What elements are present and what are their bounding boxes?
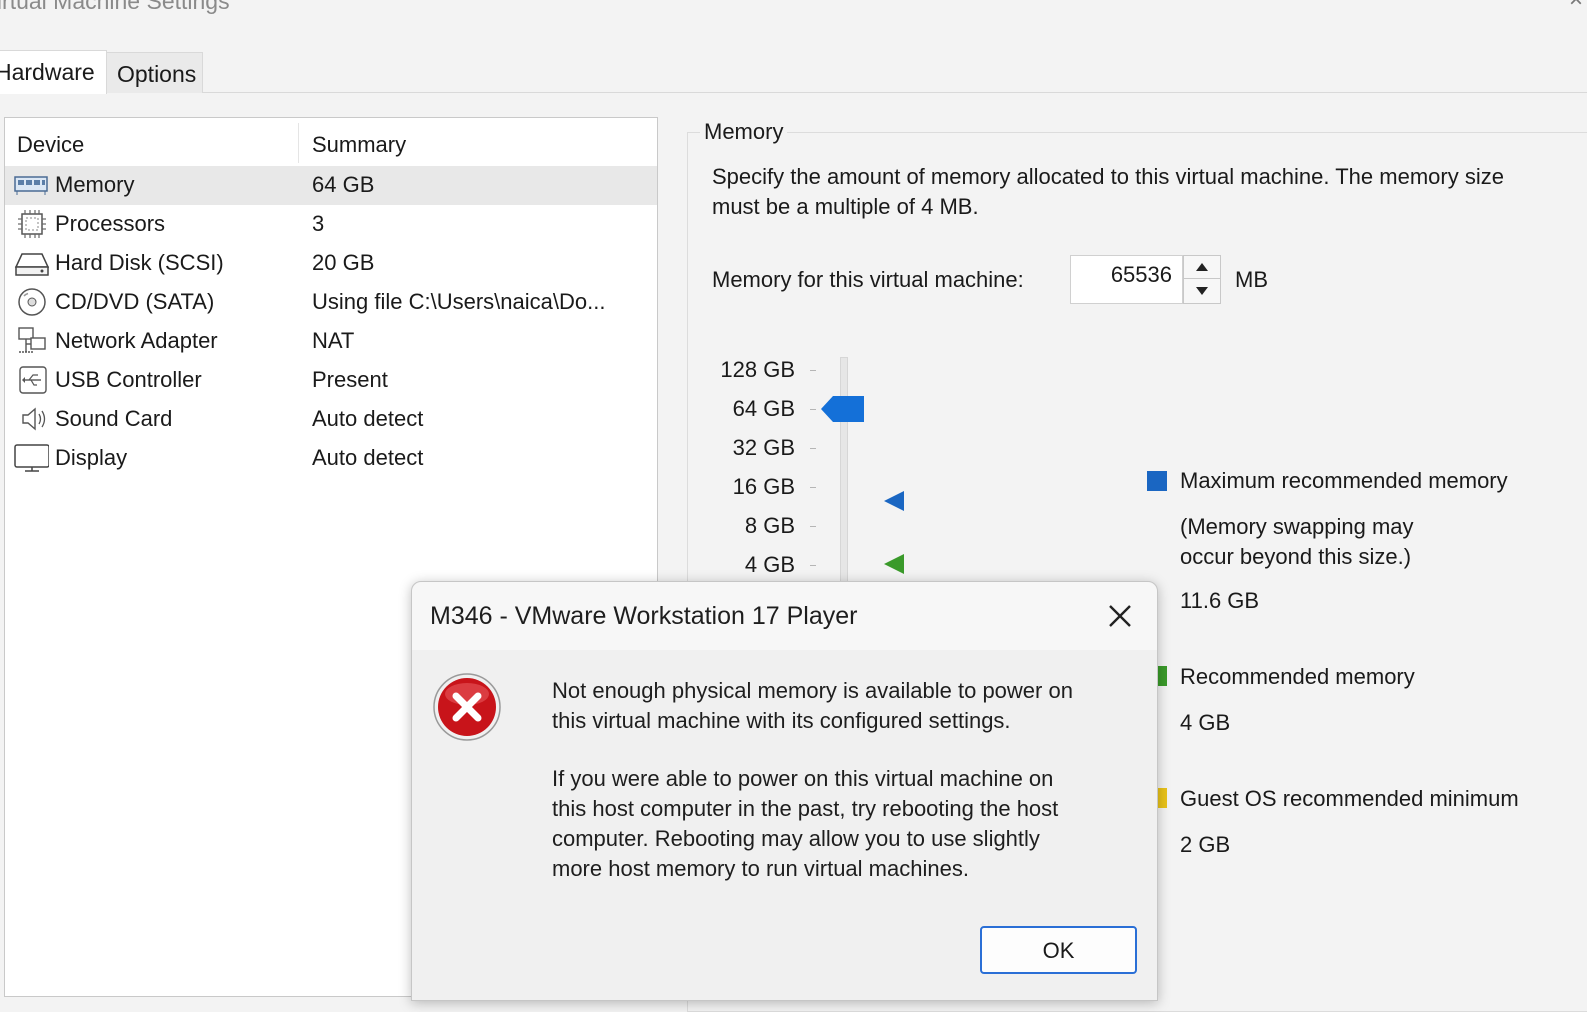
monitor-icon <box>14 444 49 472</box>
memory-spinner <box>1183 255 1221 304</box>
device-row-network-adapter[interactable]: Network Adapter NAT <box>5 322 657 361</box>
scale-label: 16 GB <box>732 474 795 499</box>
message-line: this virtual machine with its configured… <box>552 708 1011 733</box>
scale-tick <box>810 487 816 488</box>
note-line: (Memory swapping may <box>1180 514 1414 539</box>
memory-description: Specify the amount of memory allocated t… <box>712 164 1504 219</box>
recommended-title: Recommended memory <box>1180 664 1415 689</box>
message-line: more host memory to run virtual machines… <box>552 856 969 881</box>
scale-label: 32 GB <box>732 435 795 460</box>
device-row-sound-card[interactable]: Sound Card Auto detect <box>5 400 657 439</box>
memory-size-input[interactable]: 65536 <box>1070 255 1183 304</box>
message-line: Not enough physical memory is available … <box>552 678 1073 703</box>
processor-icon <box>18 210 46 238</box>
guest-min-value: 2 GB <box>1180 832 1231 857</box>
scale-tick <box>810 370 816 371</box>
device-summary: NAT <box>312 328 355 353</box>
spin-down-button[interactable] <box>1184 280 1220 303</box>
memory-unit-label: MB <box>1235 267 1268 292</box>
device-row-processors[interactable]: Processors 3 <box>5 205 657 244</box>
error-icon <box>433 673 501 741</box>
close-icon[interactable] <box>1102 598 1138 634</box>
scale-tick <box>810 526 816 527</box>
scale-tick <box>810 409 816 410</box>
memory-slider-thumb[interactable] <box>821 396 865 422</box>
max-recommended-title: Maximum recommended memory <box>1180 468 1508 493</box>
device-name: Sound Card <box>55 406 173 431</box>
max-recommended-marker <box>884 491 904 511</box>
max-recommended-swatch <box>1147 471 1167 491</box>
device-name: CD/DVD (SATA) <box>55 289 215 314</box>
memory-field-label: Memory for this virtual machine: <box>712 267 1024 292</box>
dialog-titlebar[interactable]: M346 - VMware Workstation 17 Player <box>412 582 1157 650</box>
message-line: this host computer in the past, try rebo… <box>552 796 1059 821</box>
message-line: computer. Rebooting may allow you to use… <box>552 826 1040 851</box>
tab-hardware[interactable]: Hardware <box>0 50 107 94</box>
device-name: Memory <box>55 172 135 197</box>
tab-options[interactable]: Options <box>106 52 203 93</box>
error-dialog: M346 - VMware Workstation 17 Player Not … <box>411 581 1158 1001</box>
memory-icon <box>14 176 48 195</box>
network-icon <box>18 327 46 353</box>
scale-tick <box>810 565 816 566</box>
usb-icon <box>19 366 47 394</box>
cd-dvd-icon <box>18 288 46 316</box>
column-header-summary[interactable]: Summary <box>300 123 657 163</box>
tab-strip-divider <box>0 92 1587 93</box>
spin-up-button[interactable] <box>1184 256 1220 279</box>
device-summary: 64 GB <box>312 172 375 197</box>
arrow-down-icon <box>1196 287 1208 295</box>
device-row-memory[interactable]: Memory 64 GB <box>5 166 657 205</box>
device-summary: Auto detect <box>312 445 424 470</box>
guest-min-title: Guest OS recommended minimum <box>1180 786 1519 811</box>
device-summary: Auto detect <box>312 406 424 431</box>
scale-label: 128 GB <box>720 357 795 382</box>
arrow-up-icon <box>1196 263 1208 271</box>
speaker-icon <box>22 407 46 431</box>
scale-label: 64 GB <box>732 396 795 421</box>
scale-label: 4 GB <box>744 552 795 577</box>
device-row-usb-controller[interactable]: USB Controller Present <box>5 361 657 400</box>
message-line: If you were able to power on this virtua… <box>552 766 1054 791</box>
dialog-message-2: If you were able to power on this virtua… <box>552 764 1132 884</box>
ok-button[interactable]: OK <box>980 926 1137 974</box>
window-close-button[interactable]: × <box>1569 0 1583 14</box>
device-row-hard-disk[interactable]: Hard Disk (SCSI) 20 GB <box>5 244 657 283</box>
dialog-title: M346 - VMware Workstation 17 Player <box>430 602 858 630</box>
window-title: Virtual Machine Settings <box>0 0 230 14</box>
scale-label: 8 GB <box>744 513 795 538</box>
memory-slider-track[interactable] <box>840 357 848 587</box>
max-recommended-value: 11.6 GB <box>1180 588 1260 613</box>
device-row-display[interactable]: Display Auto detect <box>5 439 657 478</box>
hard-disk-icon <box>14 253 49 276</box>
device-summary: 3 <box>312 211 325 236</box>
memory-group-label: Memory <box>700 119 788 145</box>
device-summary: 20 GB <box>312 250 375 275</box>
scale-tick <box>810 448 816 449</box>
max-recommended-note: (Memory swapping may occur beyond this s… <box>1180 512 1414 572</box>
device-name: Network Adapter <box>55 328 218 353</box>
device-name: Hard Disk (SCSI) <box>55 250 224 275</box>
device-summary: Present <box>312 367 388 392</box>
note-line: occur beyond this size.) <box>1180 544 1412 569</box>
device-summary: Using file C:\Users\naica\Do... <box>312 289 606 314</box>
device-name: Processors <box>55 211 166 236</box>
recommended-marker <box>884 554 904 574</box>
dialog-message-1: Not enough physical memory is available … <box>552 676 1132 736</box>
device-row-cd-dvd[interactable]: CD/DVD (SATA) Using file C:\Users\naica\… <box>5 283 657 322</box>
device-name: Display <box>55 445 128 470</box>
recommended-value: 4 GB <box>1180 710 1231 735</box>
column-header-device[interactable]: Device <box>5 123 299 163</box>
device-name: USB Controller <box>55 367 202 392</box>
